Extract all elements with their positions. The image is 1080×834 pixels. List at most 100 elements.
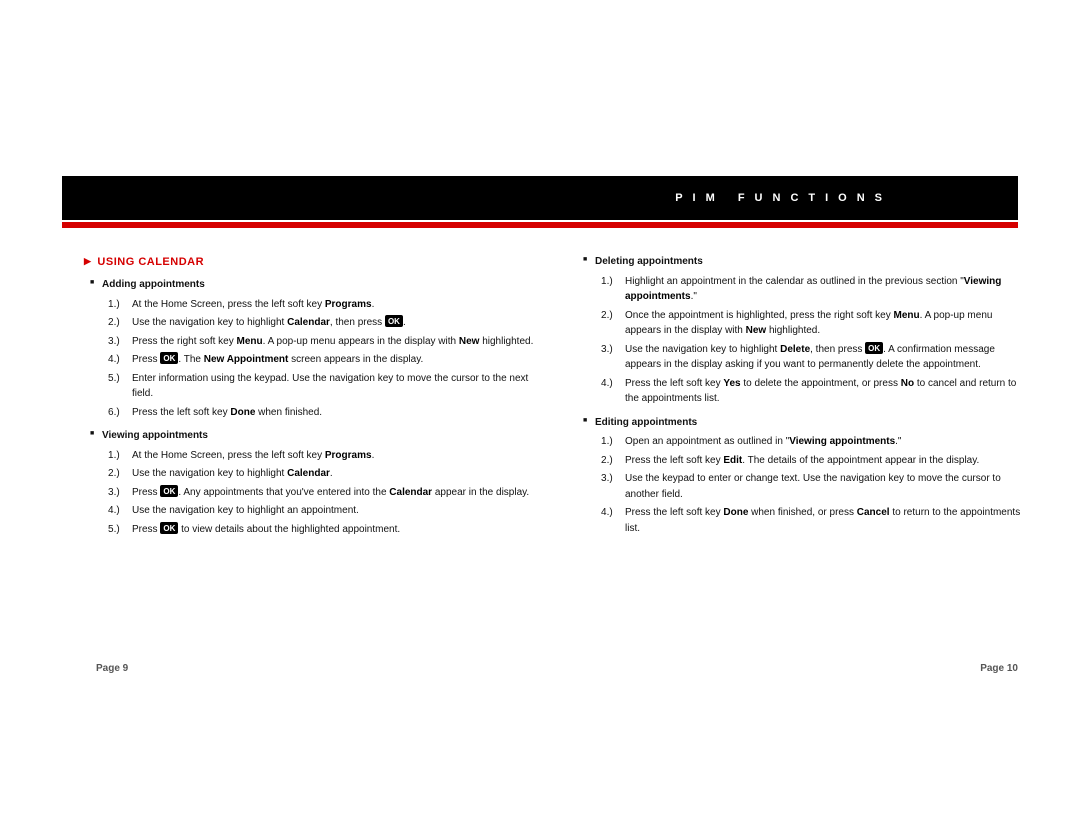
text: , then press bbox=[330, 317, 385, 328]
text: Use the navigation key to highlight bbox=[132, 468, 287, 479]
subheading-editing: Editing appointments bbox=[595, 415, 1030, 431]
text: . bbox=[372, 299, 375, 310]
step-item: At the Home Screen, press the left soft … bbox=[114, 297, 537, 313]
bold: Edit bbox=[723, 455, 742, 466]
header-bar: PIM FUNCTIONS bbox=[62, 176, 1018, 220]
steps-deleting: Highlight an appointment in the calendar… bbox=[607, 274, 1030, 407]
text: Use the navigation key to highlight bbox=[132, 317, 287, 328]
bold: Cancel bbox=[857, 507, 890, 518]
bold: Delete bbox=[780, 344, 810, 355]
text: . The bbox=[178, 354, 203, 365]
text: when finished. bbox=[255, 407, 322, 418]
text: Press the right soft key bbox=[132, 336, 237, 347]
bold: No bbox=[901, 378, 914, 389]
text: Use the navigation key to highlight an a… bbox=[132, 505, 359, 516]
bold: Done bbox=[723, 507, 748, 518]
left-column: USING CALENDAR Adding appointments At th… bbox=[84, 250, 537, 674]
ok-key-icon: OK bbox=[865, 342, 883, 354]
text: Enter information using the keypad. Use … bbox=[132, 373, 528, 400]
bold: Calendar bbox=[287, 317, 330, 328]
text: Press bbox=[132, 487, 160, 498]
step-item: Press OK to view details about the highl… bbox=[114, 522, 537, 538]
text: Press the left soft key bbox=[625, 378, 723, 389]
header-title: PIM FUNCTIONS bbox=[675, 192, 892, 204]
text: , then press bbox=[810, 344, 865, 355]
step-item: Once the appointment is highlighted, pre… bbox=[607, 308, 1030, 339]
step-item: Use the navigation key to highlight Cale… bbox=[114, 466, 537, 482]
step-item: Open an appointment as outlined in "View… bbox=[607, 434, 1030, 450]
text: ." bbox=[895, 436, 901, 447]
subheading-adding: Adding appointments bbox=[102, 277, 537, 293]
subheading-deleting: Deleting appointments bbox=[595, 254, 1030, 270]
text: . bbox=[372, 450, 375, 461]
text: Press bbox=[132, 524, 160, 535]
steps-viewing: At the Home Screen, press the left soft … bbox=[114, 448, 537, 538]
text: At the Home Screen, press the left soft … bbox=[132, 450, 325, 461]
text: Use the keypad to enter or change text. … bbox=[625, 473, 1001, 500]
right-column: Deleting appointments Highlight an appoi… bbox=[577, 250, 1030, 674]
step-item: Press the left soft key Edit. The detail… bbox=[607, 453, 1030, 469]
bold: New Appointment bbox=[204, 354, 289, 365]
step-item: Press the left soft key Done when finish… bbox=[114, 405, 537, 421]
text: Open an appointment as outlined in " bbox=[625, 436, 789, 447]
bold: Done bbox=[230, 407, 255, 418]
ok-key-icon: OK bbox=[385, 315, 403, 327]
steps-editing: Open an appointment as outlined in "View… bbox=[607, 434, 1030, 536]
text: . A pop-up menu appears in the display w… bbox=[263, 336, 459, 347]
text: . The details of the appointment appear … bbox=[742, 455, 979, 466]
step-item: Use the keypad to enter or change text. … bbox=[607, 471, 1030, 502]
step-item: At the Home Screen, press the left soft … bbox=[114, 448, 537, 464]
text: highlighted. bbox=[766, 325, 820, 336]
step-item: Press the left soft key Done when finish… bbox=[607, 505, 1030, 536]
step-item: Use the navigation key to highlight Cale… bbox=[114, 315, 537, 331]
ok-key-icon: OK bbox=[160, 352, 178, 364]
page-footer: Page 9 Page 10 bbox=[96, 663, 1018, 674]
text: . bbox=[330, 468, 333, 479]
step-item: Highlight an appointment in the calendar… bbox=[607, 274, 1030, 305]
step-item: Use the navigation key to highlight Dele… bbox=[607, 342, 1030, 373]
text: Use the navigation key to highlight bbox=[625, 344, 780, 355]
section-title-using-calendar: USING CALENDAR bbox=[84, 254, 537, 271]
bold: Calendar bbox=[287, 468, 330, 479]
text: to delete the appointment, or press bbox=[741, 378, 901, 389]
bold: Viewing appointments bbox=[789, 436, 895, 447]
text: Press the left soft key bbox=[625, 455, 723, 466]
step-item: Use the navigation key to highlight an a… bbox=[114, 503, 537, 519]
bold: Programs bbox=[325, 450, 372, 461]
steps-adding: At the Home Screen, press the left soft … bbox=[114, 297, 537, 421]
text: At the Home Screen, press the left soft … bbox=[132, 299, 325, 310]
document-page: PIM FUNCTIONS USING CALENDAR Adding appo… bbox=[0, 0, 1080, 834]
step-item: Press OK. The New Appointment screen app… bbox=[114, 352, 537, 368]
page-number-left: Page 9 bbox=[96, 663, 128, 674]
bold: New bbox=[459, 336, 480, 347]
text: Once the appointment is highlighted, pre… bbox=[625, 310, 894, 321]
text: Press bbox=[132, 354, 160, 365]
text: . Any appointments that you've entered i… bbox=[178, 487, 389, 498]
page-number-right: Page 10 bbox=[980, 663, 1018, 674]
text: Press the left soft key bbox=[625, 507, 723, 518]
ok-key-icon: OK bbox=[160, 485, 178, 497]
bold: Calendar bbox=[389, 487, 432, 498]
step-item: Enter information using the keypad. Use … bbox=[114, 371, 537, 402]
bold: Menu bbox=[237, 336, 263, 347]
text: screen appears in the display. bbox=[288, 354, 423, 365]
text: appear in the display. bbox=[432, 487, 529, 498]
accent-bar bbox=[62, 222, 1018, 228]
text: . bbox=[403, 317, 406, 328]
ok-key-icon: OK bbox=[160, 522, 178, 534]
content-columns: USING CALENDAR Adding appointments At th… bbox=[84, 250, 1030, 674]
bold: Yes bbox=[723, 378, 740, 389]
bold: Menu bbox=[894, 310, 920, 321]
text: highlighted. bbox=[479, 336, 533, 347]
text: Highlight an appointment in the calendar… bbox=[625, 276, 964, 287]
text: to view details about the highlighted ap… bbox=[178, 524, 400, 535]
bold: New bbox=[746, 325, 767, 336]
text: Press the left soft key bbox=[132, 407, 230, 418]
bold: Programs bbox=[325, 299, 372, 310]
text: ." bbox=[691, 291, 697, 302]
text: when finished, or press bbox=[748, 507, 856, 518]
step-item: Press the left soft key Yes to delete th… bbox=[607, 376, 1030, 407]
subheading-viewing: Viewing appointments bbox=[102, 428, 537, 444]
step-item: Press the right soft key Menu. A pop-up … bbox=[114, 334, 537, 350]
step-item: Press OK. Any appointments that you've e… bbox=[114, 485, 537, 501]
